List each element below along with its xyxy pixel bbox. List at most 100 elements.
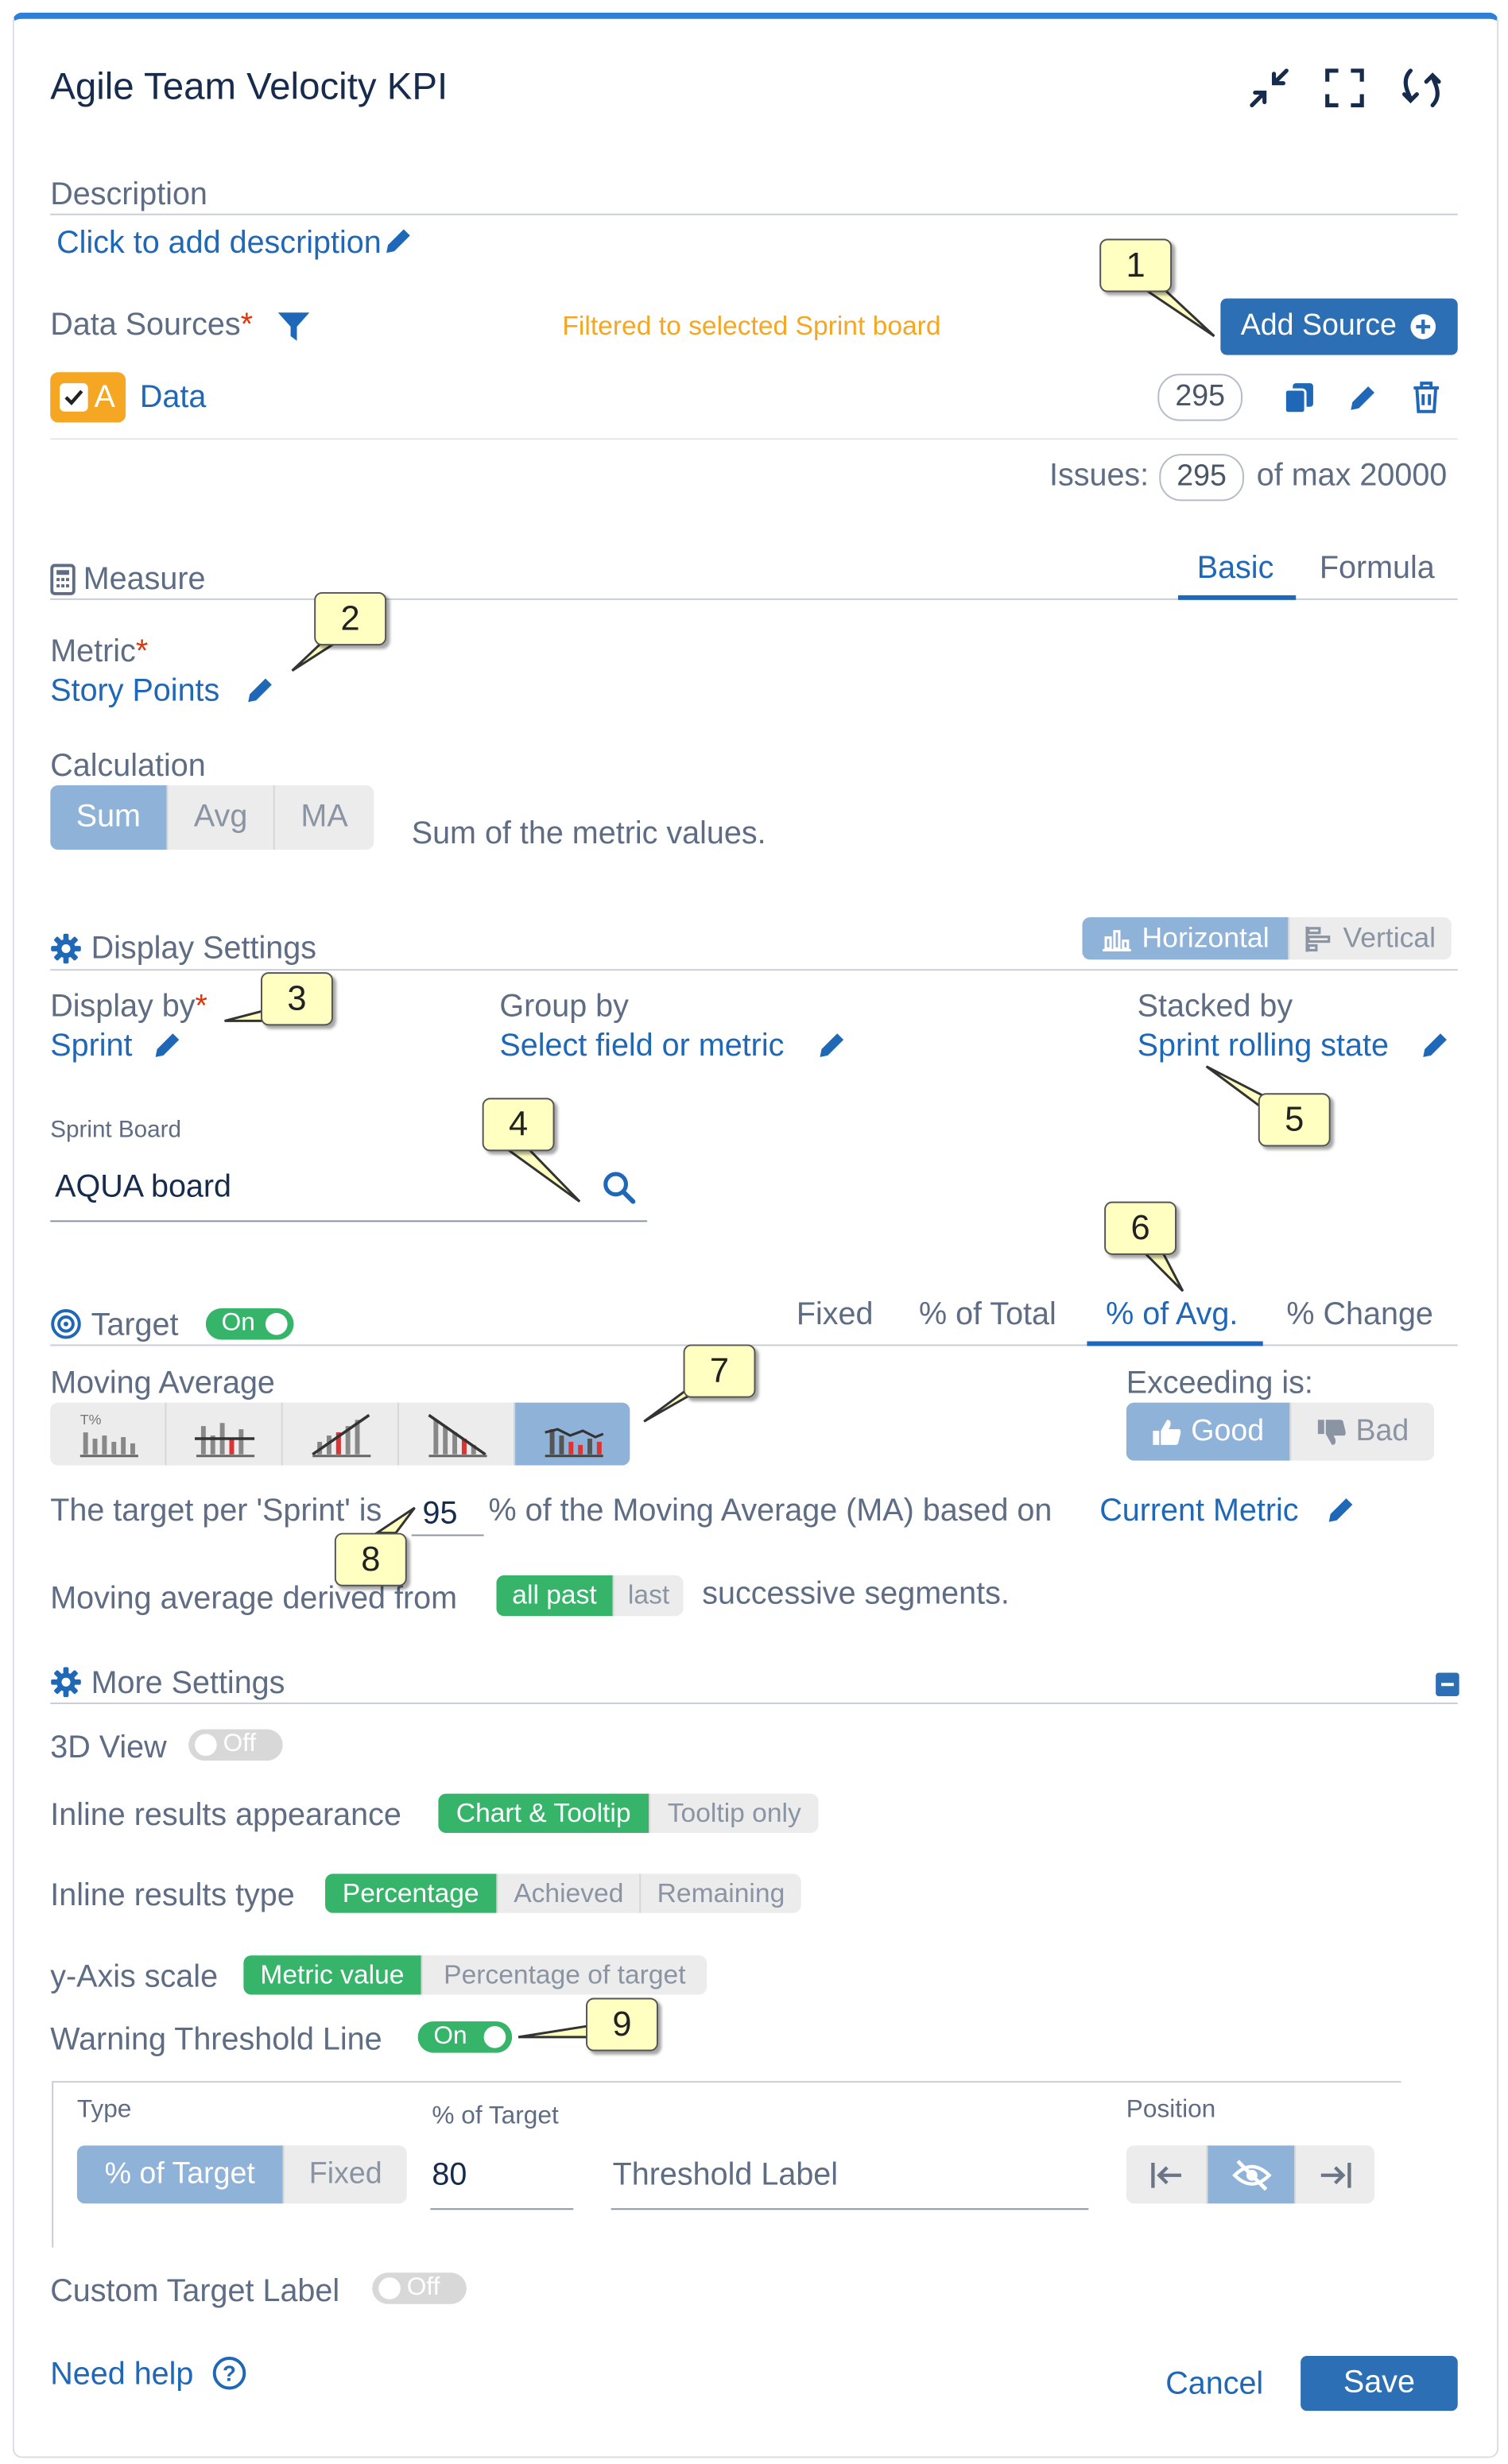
threshold-percent-input[interactable]: 80: [432, 2158, 467, 2194]
horizontal-bar-icon: [1305, 925, 1331, 951]
collapse-section-icon[interactable]: [1436, 1672, 1460, 1697]
trash-icon[interactable]: [1410, 380, 1442, 414]
metric-value-link[interactable]: Story Points: [50, 674, 219, 710]
threshold-position-selector: [1126, 2145, 1374, 2204]
derived-last[interactable]: last: [612, 1575, 684, 1617]
input-underline: [611, 2208, 1089, 2210]
chart-type-option[interactable]: [165, 1402, 281, 1466]
inline-type-achieved[interactable]: Achieved: [496, 1873, 639, 1913]
source-name[interactable]: Data: [140, 380, 206, 416]
calc-option-avg[interactable]: Avg: [166, 785, 273, 850]
filter-icon[interactable]: [277, 311, 311, 343]
calculation-label: Calculation: [50, 749, 206, 785]
tab-percent-of-avg[interactable]: % of Avg.: [1106, 1297, 1238, 1333]
tab-formula[interactable]: Formula: [1320, 552, 1435, 587]
gear-icon: [51, 933, 81, 964]
collapse-icon[interactable]: [1247, 66, 1291, 110]
sprint-board-input[interactable]: AQUA board: [55, 1170, 231, 1206]
chart-type-option[interactable]: [397, 1402, 514, 1466]
target-percent-input[interactable]: 95: [423, 1497, 458, 1532]
tab-percent-change[interactable]: % Change: [1286, 1297, 1433, 1333]
display-settings-label: Display Settings: [91, 931, 316, 967]
tab-percent-of-total[interactable]: % of Total: [919, 1297, 1056, 1333]
exceeding-good[interactable]: Good: [1126, 1402, 1290, 1461]
display-by-label: Display by*: [50, 989, 207, 1025]
checkbox-icon[interactable]: [58, 382, 90, 413]
target-sentence-prefix: The target per 'Sprint' is: [50, 1494, 382, 1528]
orientation-horizontal[interactable]: Horizontal: [1082, 916, 1289, 960]
add-source-label: Add Source: [1240, 309, 1397, 343]
search-icon[interactable]: [602, 1170, 636, 1204]
threshold-type-percent-of-target[interactable]: % of Target: [76, 2145, 283, 2204]
position-right-option[interactable]: [1294, 2145, 1374, 2204]
chart-type-moving-average-selected[interactable]: [514, 1402, 630, 1466]
position-left-option[interactable]: [1126, 2145, 1207, 2203]
measure-label: Measure: [83, 562, 206, 597]
target-icon: [51, 1308, 81, 1339]
exceeding-selector: Good Bad: [1126, 1402, 1435, 1461]
view3d-toggle[interactable]: Off: [188, 1729, 283, 1761]
threshold-type-fixed[interactable]: Fixed: [282, 2145, 407, 2204]
orientation-vertical[interactable]: Vertical: [1288, 916, 1452, 960]
edit-icon[interactable]: [1347, 382, 1379, 413]
pencil-icon[interactable]: [817, 1029, 849, 1060]
pencil-icon[interactable]: [383, 225, 415, 257]
calc-option-ma[interactable]: MA: [273, 785, 374, 850]
chart-type-option[interactable]: [281, 1402, 397, 1466]
pencil-icon[interactable]: [1420, 1029, 1452, 1060]
threshold-label-input[interactable]: Threshold Label: [613, 2158, 838, 2194]
orientation-selector: Horizontal Vertical: [1082, 916, 1452, 960]
chart-type-option[interactable]: T%: [50, 1403, 165, 1466]
yaxis-percentage-of-target[interactable]: Percentage of target: [421, 1955, 707, 1995]
exceeding-bad[interactable]: Bad: [1289, 1402, 1434, 1461]
inline-type-percentage[interactable]: Percentage: [325, 1873, 497, 1913]
more-settings-label: More Settings: [91, 1666, 285, 1702]
threshold-type-label: Type: [76, 2096, 132, 2124]
target-toggle[interactable]: On: [205, 1308, 294, 1340]
copy-icon[interactable]: [1281, 380, 1316, 415]
derived-prefix: Moving average derived from: [50, 1581, 458, 1617]
tab-fixed[interactable]: Fixed: [797, 1297, 874, 1333]
need-help-link[interactable]: Need help: [50, 2357, 193, 2393]
yaxis-metric-value[interactable]: Metric value: [243, 1955, 421, 1995]
moving-average-chart-selector: T%: [50, 1402, 630, 1466]
inline-type-remaining[interactable]: Remaining: [639, 1873, 801, 1913]
callout-5: 5: [1258, 1093, 1331, 1147]
divider: [50, 438, 1458, 440]
warning-threshold-toggle[interactable]: On: [417, 2021, 513, 2053]
help-icon[interactable]: ?: [212, 2356, 246, 2390]
bar-target-line-icon: [194, 1423, 254, 1458]
add-source-button[interactable]: Add Source: [1220, 298, 1458, 355]
based-on-metric-link[interactable]: Current Metric: [1099, 1494, 1298, 1529]
panel-title: Agile Team Velocity KPI: [50, 65, 448, 109]
inline-type-selector: Percentage Achieved Remaining: [325, 1873, 801, 1913]
add-description-link[interactable]: Click to add description: [56, 227, 382, 262]
refresh-icon[interactable]: [1398, 66, 1445, 110]
cancel-button[interactable]: Cancel: [1165, 2367, 1263, 2403]
svg-text:?: ?: [223, 2361, 236, 2386]
plus-circle-icon: [1410, 314, 1436, 339]
stacked-by-value-link[interactable]: Sprint rolling state: [1138, 1029, 1389, 1064]
target-label: Target: [91, 1308, 179, 1343]
inline-appearance-chart-tooltip[interactable]: Chart & Tooltip: [438, 1793, 649, 1833]
pencil-icon[interactable]: [1326, 1494, 1358, 1525]
position-hidden-option[interactable]: [1206, 2145, 1295, 2204]
inline-appearance-tooltip-only[interactable]: Tooltip only: [649, 1793, 818, 1833]
group-by-value-link[interactable]: Select field or metric: [499, 1029, 784, 1064]
derived-all-past[interactable]: all past: [496, 1575, 613, 1617]
inline-appearance-label: Inline results appearance: [50, 1798, 401, 1833]
pencil-icon[interactable]: [153, 1029, 184, 1060]
issues-max: of max 20000: [1256, 458, 1448, 494]
calc-option-sum[interactable]: Sum: [50, 785, 167, 850]
data-sources-label: Data Sources*: [50, 308, 254, 343]
fullscreen-icon[interactable]: [1323, 66, 1367, 110]
input-underline: [430, 2208, 574, 2210]
custom-target-toggle[interactable]: Off: [372, 2272, 467, 2304]
pencil-icon[interactable]: [245, 674, 277, 706]
display-by-value-link[interactable]: Sprint: [50, 1029, 132, 1064]
save-button[interactable]: Save: [1301, 2356, 1458, 2412]
align-right-icon: [1320, 2161, 1351, 2187]
tab-basic[interactable]: Basic: [1197, 552, 1274, 587]
calculation-selector: Sum Avg MA: [50, 785, 374, 850]
align-left-icon: [1150, 2161, 1180, 2187]
